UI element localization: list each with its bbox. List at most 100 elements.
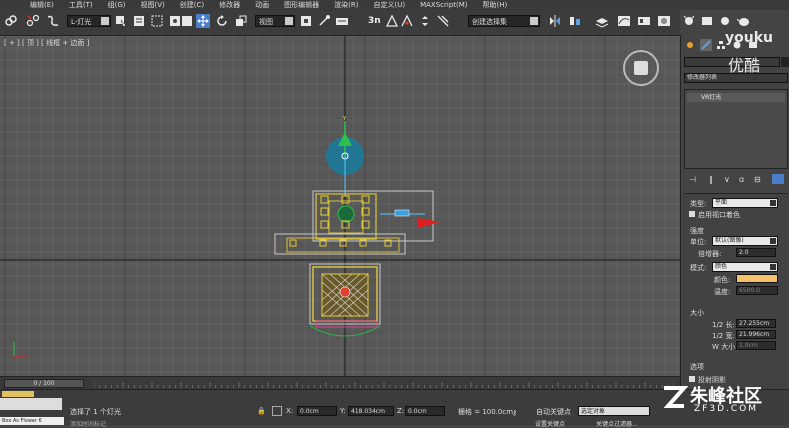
render-setup-icon[interactable] (682, 14, 696, 28)
menu-item[interactable]: 修改器 (219, 0, 240, 10)
key-icon[interactable]: ⚷ (512, 409, 517, 417)
menu-item[interactable]: 编辑(E) (30, 0, 54, 10)
mirror-icon[interactable] (548, 14, 562, 28)
curve-editor-icon[interactable] (617, 14, 631, 28)
show-end-result-icon[interactable]: ‖ (709, 175, 713, 184)
reference-coord-dropdown[interactable]: 视图 (255, 15, 295, 27)
menu-item[interactable]: MAXScript(M) (420, 1, 467, 9)
z-label: Z: (397, 407, 405, 415)
steering-wheel-button[interactable] (623, 50, 659, 86)
units-dropdown[interactable]: 默认(图像) (712, 236, 778, 246)
track-bar[interactable] (93, 381, 675, 388)
selected-dropdown[interactable]: 选定对象 (578, 406, 650, 416)
z-coordinate-field[interactable]: 0.0cm (405, 406, 445, 416)
menu-item[interactable]: 渲染(R) (334, 0, 358, 10)
half-width-field[interactable]: 21.996cm (736, 330, 776, 339)
render-icon[interactable] (718, 14, 732, 28)
percent-snap-icon[interactable] (400, 14, 414, 28)
color-swatch[interactable] (736, 274, 778, 283)
bind-icon[interactable] (46, 14, 60, 28)
pivot-icon[interactable] (299, 14, 313, 28)
w-size-label: W 大小 (712, 343, 736, 351)
align-icon[interactable] (568, 14, 582, 28)
x-coordinate-field[interactable]: 0.0cm (297, 406, 337, 416)
viewcube-icon (634, 61, 648, 75)
rect-selection-icon[interactable] (150, 14, 164, 28)
chevron-down-icon (770, 264, 776, 270)
multiplier-field[interactable]: 2.0 (736, 248, 776, 257)
time-slider-thumb[interactable]: 0 / 100 (4, 379, 84, 388)
selected-dropdown-value: 选定对象 (581, 408, 606, 415)
menu-item[interactable]: 组(G) (108, 0, 126, 10)
snap-toggle-icon[interactable]: 3n (368, 16, 381, 26)
timeline-marker (2, 391, 34, 397)
half-length-field[interactable]: 27.255cm (736, 319, 776, 328)
y-coordinate-field[interactable]: 418.034cm (348, 406, 394, 416)
menu-item[interactable]: 自定义(U) (373, 0, 405, 10)
pin-stack-icon[interactable]: ⊣ (689, 175, 696, 184)
menu-item[interactable]: 帮助(H) (483, 0, 508, 10)
intensity-header: 强度 (690, 227, 704, 235)
half-width-label: 1/2 宽: (712, 332, 735, 340)
w-size-field[interactable]: 1.0cm (736, 341, 776, 350)
chevron-down-icon (101, 17, 109, 25)
temperature-field[interactable]: 6500.0 (736, 286, 778, 295)
teapot-icon[interactable] (737, 14, 751, 28)
units-label: 单位: (690, 238, 707, 246)
youku-en: youku (725, 30, 773, 46)
move-icon[interactable] (196, 14, 210, 28)
menu-item[interactable]: 动画 (255, 0, 269, 10)
multiplier-label: 倍增器: (698, 250, 722, 258)
menu-item[interactable]: 创建(C) (180, 0, 204, 10)
undo-link-icon[interactable] (4, 14, 18, 28)
schematic-icon[interactable] (637, 14, 651, 28)
zf3d-url: ZF3D.COM (694, 404, 758, 414)
zf3d-logo-icon (663, 386, 688, 408)
rotate-icon[interactable] (215, 14, 229, 28)
unlink-icon[interactable] (26, 14, 40, 28)
create-tab-icon[interactable] (685, 40, 695, 50)
render-frame-icon[interactable] (700, 14, 714, 28)
autokey-label[interactable]: 自动关键点 (536, 407, 571, 417)
reference-coord-value: 视图 (259, 18, 273, 26)
maxscript-listener[interactable] (0, 398, 62, 410)
axis-tripod (13, 342, 28, 357)
absolute-mode-icon[interactable] (272, 406, 282, 416)
half-length-label: 1/2 长: (712, 321, 735, 329)
menu-item[interactable]: 图形编辑器 (284, 0, 319, 10)
select-manipulate-icon[interactable] (317, 14, 331, 28)
modify-tab-icon[interactable] (700, 39, 712, 51)
remove-modifier-icon[interactable]: ɑ (739, 175, 744, 184)
selection-set-dropdown[interactable]: 创建选择集 (468, 15, 540, 27)
layer-icon[interactable] (595, 14, 609, 28)
lock-selection-icon[interactable]: 🔒 (257, 407, 266, 415)
selection-filter-dropdown[interactable]: L-灯光 (67, 15, 111, 27)
angle-snap-icon[interactable] (385, 14, 399, 28)
track-bar-ticks (93, 382, 675, 388)
mode-dropdown[interactable]: 颜色 (712, 262, 778, 272)
select-object-icon[interactable] (114, 14, 128, 28)
configure-modifier-sets-icon[interactable] (772, 174, 784, 184)
enable-viewport-label: 启用视口着色 (698, 211, 740, 219)
top-viewport[interactable]: [ + ] [ 顶 ] [ 线框 + 边面 ] Y (0, 36, 680, 376)
chevron-down-icon (530, 17, 538, 25)
select-mode-icon[interactable] (180, 14, 194, 28)
time-slider[interactable]: 0 / 100 (0, 376, 680, 390)
enable-viewport-checkbox[interactable] (689, 211, 695, 217)
status-prompt: 选择了 1 个灯光 (70, 408, 121, 416)
selection-filter-value: L-灯光 (71, 18, 92, 26)
menu-item[interactable]: 工具(T) (69, 0, 93, 10)
make-unique-icon[interactable]: ∨ (724, 175, 730, 184)
material-editor-icon[interactable] (657, 14, 671, 28)
scale-icon[interactable] (234, 14, 248, 28)
named-sets-icon[interactable] (436, 14, 450, 28)
menu-item[interactable]: 视图(V) (141, 0, 165, 10)
configure-sets-icon[interactable]: ⊟ (754, 175, 761, 184)
type-dropdown[interactable]: 平面 (712, 198, 778, 208)
object-color-swatch[interactable] (781, 57, 789, 67)
select-by-name-icon[interactable] (132, 14, 146, 28)
keyboard-shortcut-icon[interactable] (335, 14, 349, 28)
stack-item[interactable]: VR灯光 (687, 93, 785, 102)
y-label: Y: (340, 407, 346, 415)
spinner-snap-icon[interactable] (418, 14, 432, 28)
